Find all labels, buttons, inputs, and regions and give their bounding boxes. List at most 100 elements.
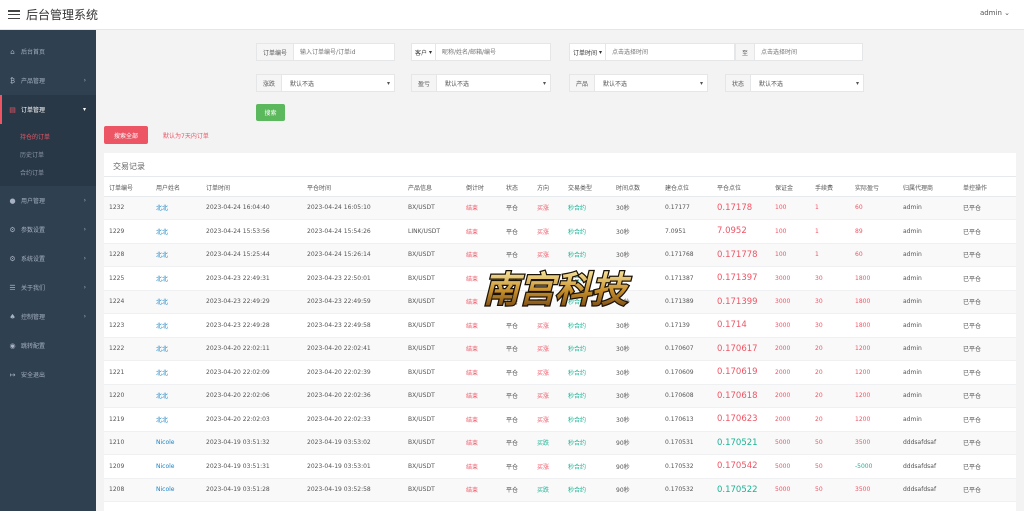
cell-订单时间: 2023-04-19 03:51:28 [201,478,302,502]
cell-用户姓名[interactable]: Nicole [151,478,201,502]
search-button[interactable]: 搜索 [256,104,285,121]
cell-订单编号: 1219 [104,407,151,432]
cell-手续费: 50 [810,454,850,479]
cell-建仓点位: 0.170609 [660,360,712,385]
cell-手续费: 20 [810,337,850,361]
sidebar-item-label: 安全退出 [21,372,46,379]
sidebar-item-7[interactable]: ☰ 关于我们 › [0,273,96,302]
cell-实际盈亏: 1200 [850,360,898,385]
cell-订单时间: 2023-04-19 03:51:31 [201,454,302,479]
divider [104,176,1016,177]
cell-保证金: 3000 [770,313,810,338]
cell-产品信息: BX/USDT [403,290,461,314]
profit-loss-select[interactable]: 默认不选 ▾ [437,75,550,91]
profit-loss-filter: 盈亏 默认不选 ▾ [411,74,551,92]
sidebar-item-1[interactable]: ⌂ 后台首页 [0,37,96,66]
trade-records-panel: 交易记录 订单编号 用户姓名 订单时间 平仓时间 产品信息 倒计时 状态 方向 交易类型 时间点数… [104,153,1016,511]
cell-平仓点位: 7.0952 [712,219,770,244]
cell-用户姓名[interactable]: 北北 [151,360,201,385]
submenu-item-3[interactable]: 合约订单 [0,163,96,181]
cell-实际盈亏: 89 [850,219,898,244]
cell-产品信息: BX/USDT [403,313,461,338]
time-type-select[interactable]: 订单时间 ▾ [570,44,606,60]
cell-归属代理商: dddsafdsaf [898,478,958,502]
column-header: 单控操作 [958,180,1016,197]
cell-用户姓名[interactable]: 北北 [151,219,201,244]
cell-单控操作: 已平仓 [958,337,1016,361]
cell-手续费: 1 [810,219,850,244]
top-bar: 后台管理系统 admin ⌄ [0,0,1024,30]
cell-平仓点位: 0.171399 [712,290,770,314]
cell-订单编号: 1224 [104,290,151,314]
cell-归属代理商: admin [898,407,958,432]
watermark-logo: 南宫科技 [482,269,634,313]
product-label: 产品 [570,75,596,91]
cell-用户姓名[interactable]: 北北 [151,337,201,361]
user-menu[interactable]: admin ⌄ [980,9,1010,17]
sidebar-item-2[interactable]: ₿ 产品管理 › [0,66,96,95]
cell-时间点数: 30秒 [611,360,660,385]
sidebar-item-6[interactable]: ⚙ 系统设置 › [0,244,96,273]
cell-单控操作: 已平仓 [958,219,1016,244]
cell-保证金: 2000 [770,360,810,385]
cell-平仓点位: 0.170617 [712,337,770,361]
cell-归属代理商: admin [898,196,958,220]
cell-归属代理商: admin [898,313,958,338]
column-header: 时间点数 [611,180,660,197]
user-name: admin [979,9,1002,17]
cell-用户姓名[interactable]: 北北 [151,196,201,220]
direction-select[interactable]: 默认不选 ▾ [282,75,394,91]
cell-实际盈亏: 1200 [850,337,898,361]
cell-用户姓名[interactable]: 北北 [151,243,201,267]
cell-用户姓名[interactable]: 北北 [151,290,201,314]
cell-用户姓名[interactable]: 北北 [151,384,201,408]
order-number-input[interactable] [294,44,394,60]
cell-归属代理商: admin [898,219,958,244]
cell-时间点数: 30秒 [611,196,660,220]
cell-手续费: 20 [810,407,850,432]
sidebar-item-8[interactable]: ♠ 控制管理 › [0,302,96,331]
sidebar-item-5[interactable]: ⚙ 参数设置 › [0,215,96,244]
cell-建仓点位: 0.170532 [660,454,712,479]
status-select[interactable]: 默认不选 ▾ [751,75,863,91]
direction-value: 默认不选 [290,80,315,88]
cell-用户姓名[interactable]: 北北 [151,313,201,338]
submenu-item-2[interactable]: 历史订单 [0,145,96,163]
product-select[interactable]: 默认不选 ▾ [595,75,707,91]
cell-平仓时间: 2023-04-20 22:02:33 [302,407,403,432]
sidebar-item-9[interactable]: ◉ 跳转配置 [0,331,96,360]
cell-建仓点位: 0.170613 [660,407,712,432]
sidebar-item-4[interactable]: ● 用户管理 › [0,186,96,215]
cell-保证金: 3000 [770,290,810,314]
customer-input[interactable] [435,44,550,60]
cell-倒计时: 结束 [461,384,501,408]
cell-平仓点位: 0.171778 [712,243,770,267]
chevron-down-icon: ▾ [542,79,546,87]
search-all-button[interactable]: 搜索全部 [104,126,148,144]
customer-type-select[interactable]: 客户 ▾ [412,44,436,60]
cell-手续费: 20 [810,360,850,385]
cell-平仓点位: 0.17178 [712,196,770,220]
sidebar-item-3[interactable]: ▤ 订单管理 ▾ [0,95,96,124]
cell-订单时间: 2023-04-19 03:51:32 [201,431,302,455]
cell-订单时间: 2023-04-24 15:53:56 [201,219,302,244]
start-time-input[interactable] [605,44,734,60]
sidebar-item-10[interactable]: ↦ 安全退出 [0,360,96,389]
cell-平仓点位: 0.170619 [712,360,770,385]
cell-用户姓名[interactable]: Nicole [151,431,201,455]
cell-平仓时间: 2023-04-19 03:53:02 [302,431,403,455]
cell-交易类型: 秒合约 [563,454,611,479]
cell-时间点数: 30秒 [611,407,660,432]
order-time-start-filter: 订单时间 ▾ [569,43,735,61]
cell-交易类型: 秒合约 [563,196,611,220]
cell-用户姓名[interactable]: 北北 [151,407,201,432]
cell-用户姓名[interactable]: Nicole [151,454,201,479]
chevron-right-icon: › [83,255,86,262]
chevron-down-icon: ▾ [699,79,703,87]
cell-单控操作: 已平仓 [958,243,1016,267]
end-time-input[interactable] [755,44,862,60]
submenu-item-1[interactable]: 持仓的订单 [0,127,96,145]
cell-平仓点位: 0.170521 [712,431,770,455]
cell-用户姓名[interactable]: 北北 [151,266,201,291]
hamburger-menu-icon[interactable] [8,10,20,19]
